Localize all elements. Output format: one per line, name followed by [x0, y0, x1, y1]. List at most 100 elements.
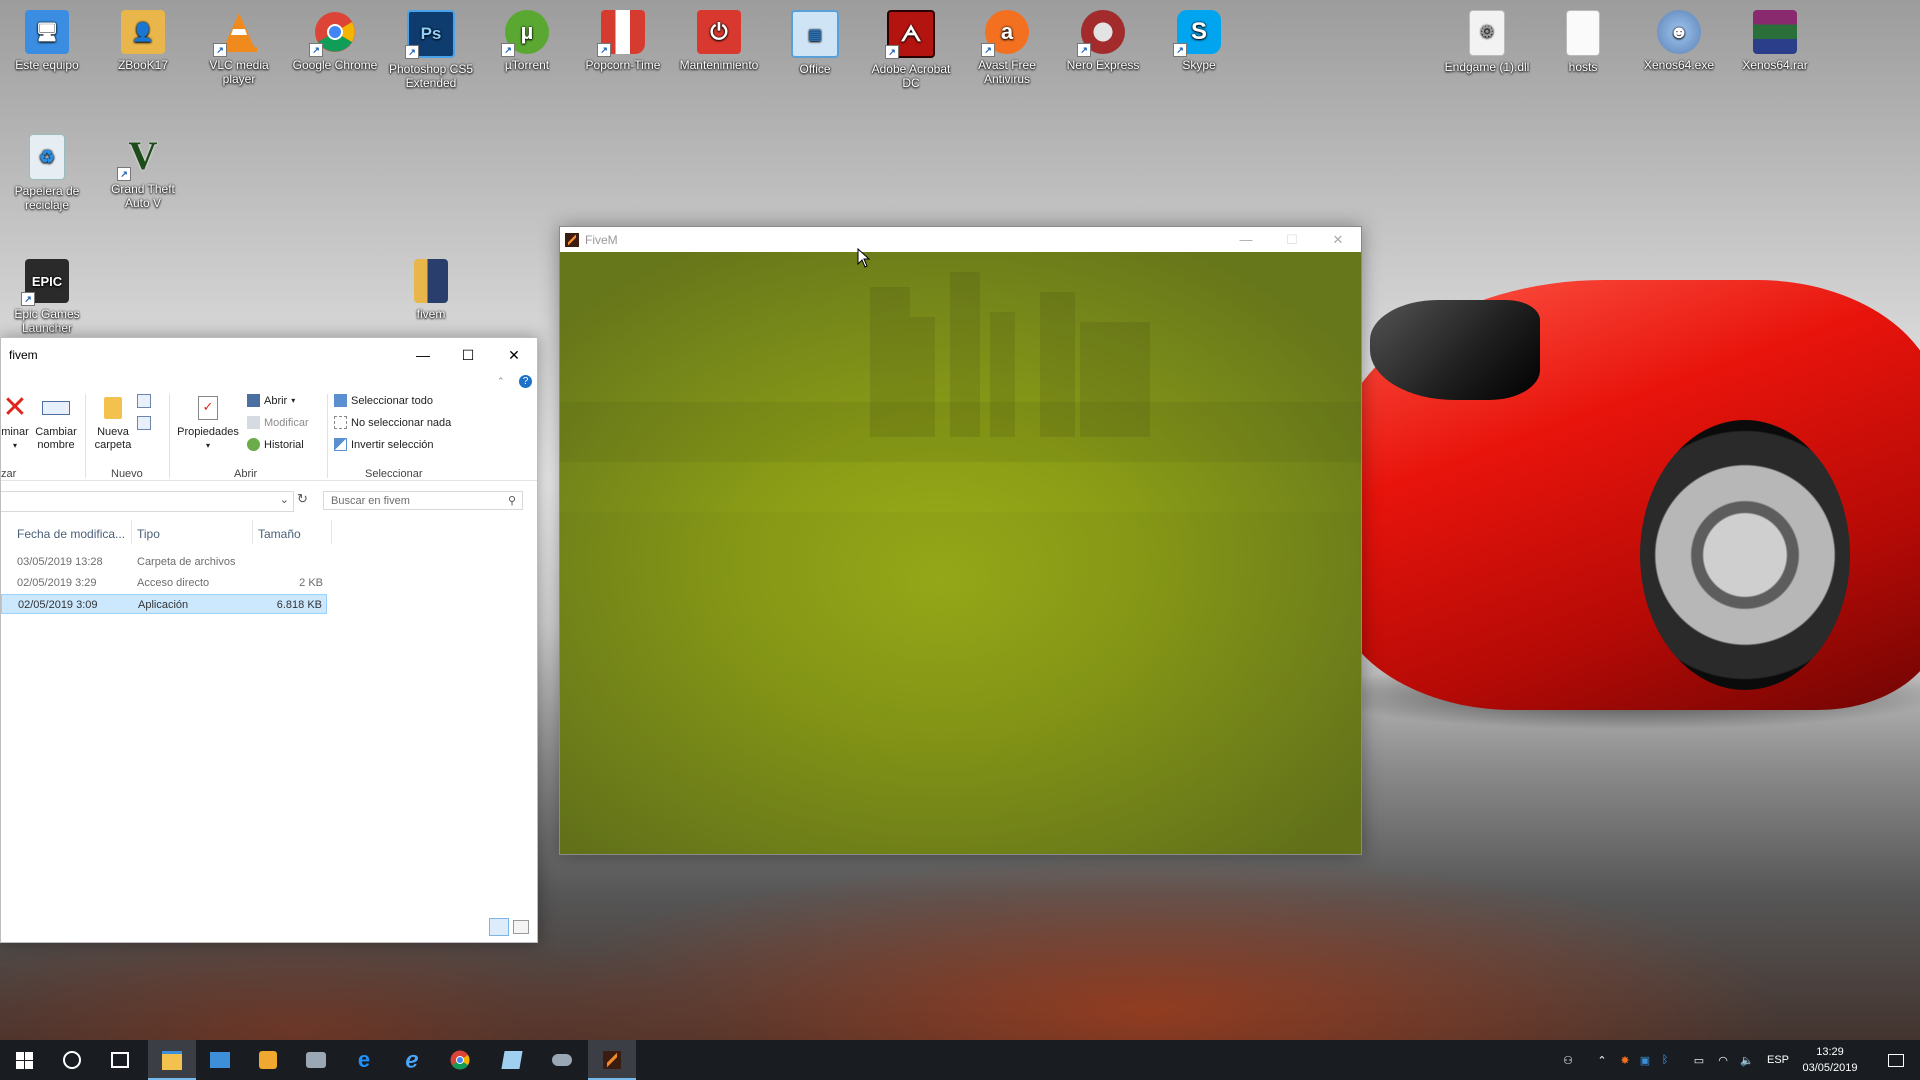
taskbar-app-internet-explorer[interactable]: ℯ	[388, 1040, 436, 1080]
avast-tray-icon[interactable]: ✸	[1616, 1040, 1634, 1080]
power-icon: ⏻	[697, 10, 741, 54]
table-row-selected[interactable]: 02/05/2019 3:09 Aplicación 6.818 KB	[1, 594, 327, 614]
edit-button[interactable]: Modificar	[247, 416, 309, 429]
desktop-icon-acrobat[interactable]: ᗅ ↗ Adobe Acrobat DC	[866, 4, 956, 90]
desktop-icon-office[interactable]: ▦ Office	[770, 4, 860, 76]
desktop-icon-gta-v[interactable]: V ↗ Grand Theft Auto V	[98, 128, 188, 211]
taskbar-app-tools[interactable]	[292, 1040, 340, 1080]
desktop-icon-utorrent[interactable]: µ ↗ µTorrent	[482, 4, 572, 72]
select-all-icon	[334, 394, 347, 407]
desktop-icon-zbook17[interactable]: 👤 ZBooK17	[98, 4, 188, 72]
history-button[interactable]: Historial	[247, 438, 304, 451]
desktop-icon-photoshop[interactable]: Ps ↗ Photoshop CS5 Extended	[386, 4, 476, 90]
desktop-icon-xenos-rar[interactable]: Xenos64.rar	[1730, 4, 1820, 72]
close-button[interactable]: ✕	[491, 338, 537, 372]
group-label-nuevo: Nuevo	[111, 468, 143, 480]
taskbar-app-fivem[interactable]	[588, 1040, 636, 1080]
desktop-icon-label: Photoshop CS5 Extended	[388, 62, 474, 90]
desktop-icon-mantenimiento[interactable]: ⏻ Mantenimiento	[674, 4, 764, 72]
select-none-button[interactable]: No seleccionar nada	[334, 416, 451, 429]
search-input[interactable]: Buscar en fivem ⚲	[323, 491, 523, 510]
maximize-button[interactable]: ☐	[445, 338, 491, 372]
rename-button[interactable]: Cambiar nombre	[31, 390, 81, 452]
table-row[interactable]: 03/05/2019 13:28 Carpeta de archivos	[1, 552, 327, 572]
nero-icon: ↗	[1077, 10, 1125, 57]
open-button[interactable]: Abrir ▾	[247, 394, 295, 407]
fivem-window[interactable]: FiveM — ☐ ✕	[559, 226, 1362, 855]
explorer-titlebar[interactable]: fivem — ☐ ✕	[1, 338, 537, 372]
office-icon: ▦	[791, 10, 839, 58]
delete-icon: ✕	[2, 391, 28, 424]
action-center-button[interactable]	[1872, 1040, 1920, 1080]
help-icon[interactable]: ?	[519, 375, 532, 388]
winrar-icon	[1753, 10, 1797, 54]
properties-button[interactable]: ✓ Propiedades ▾	[173, 390, 243, 452]
skype-icon: S ↗	[1173, 10, 1221, 57]
history-label: Historial	[264, 438, 304, 451]
desktop-icon-popcorn-time[interactable]: ↗ Popcorn-Time	[578, 4, 668, 72]
desktop-icon-recycle-bin[interactable]: ♻ Papelera de reciclaje	[2, 128, 92, 212]
file-explorer-window[interactable]: fivem — ☐ ✕ ⌃ ? ✕ minar ▾ Cambiar nombre…	[0, 337, 538, 943]
office-icon	[501, 1051, 523, 1069]
file-explorer-icon	[162, 1050, 182, 1070]
maximize-button[interactable]: ☐	[1269, 227, 1315, 252]
computer-icon: 🖥	[25, 10, 69, 54]
people-icon[interactable]: ⚇	[1556, 1040, 1580, 1080]
language-indicator[interactable]: ESP	[1764, 1040, 1792, 1080]
popcorn-icon: ↗	[597, 10, 645, 57]
address-bar[interactable]: ⌄	[1, 491, 294, 512]
clock[interactable]: 13:29 03/05/2019	[1795, 1044, 1865, 1076]
taskbar-app-gamepad[interactable]	[538, 1040, 586, 1080]
desktop-icon-nero[interactable]: ↗ Nero Express	[1058, 4, 1148, 72]
fivem-titlebar[interactable]: FiveM — ☐ ✕	[560, 227, 1361, 252]
new-item-icon[interactable]	[137, 394, 151, 408]
volume-icon[interactable]: 🔈	[1738, 1040, 1756, 1080]
refresh-icon[interactable]: ↻	[297, 491, 308, 507]
minimize-button[interactable]: —	[1223, 227, 1269, 252]
large-icons-view-icon[interactable]	[513, 920, 529, 934]
column-header-tamano[interactable]: Tamaño	[258, 527, 301, 541]
desktop-icon-fivem-folder[interactable]: fivem	[386, 253, 476, 321]
task-view-button[interactable]	[96, 1040, 144, 1080]
collapse-ribbon-icon[interactable]: ⌃	[497, 376, 505, 387]
desktop-icon-endgame-dll[interactable]: ⚙ Endgame (1).dll	[1442, 4, 1532, 74]
taskbar-app-edge[interactable]: e	[340, 1040, 388, 1080]
gta-v-icon: V ↗	[117, 134, 165, 181]
chevron-down-icon[interactable]: ⌄	[280, 493, 289, 506]
rename-icon	[31, 390, 81, 426]
invert-selection-button[interactable]: Invertir selección	[334, 438, 434, 451]
notification-icon	[1888, 1053, 1904, 1067]
desktop-icon-este-equipo[interactable]: 🖥 Este equipo	[2, 4, 92, 72]
desktop-icon-skype[interactable]: S ↗ Skype	[1154, 4, 1244, 72]
taskbar-app-file-explorer[interactable]	[148, 1040, 196, 1080]
bluetooth-icon[interactable]: ᛒ	[1656, 1040, 1674, 1080]
user-folder-icon: 👤	[121, 10, 165, 54]
taskbar-app-chrome[interactable]	[436, 1040, 484, 1080]
column-header-tipo[interactable]: Tipo	[137, 527, 160, 541]
taskbar-app-media[interactable]	[244, 1040, 292, 1080]
desktop-icon-chrome[interactable]: ↗ Google Chrome	[290, 4, 380, 72]
desktop-icon-avast[interactable]: a ↗ Avast Free Antivirus	[962, 4, 1052, 86]
show-hidden-icons-chevron-icon[interactable]: ⌃	[1592, 1040, 1612, 1080]
taskbar-app-control-panel[interactable]	[196, 1040, 244, 1080]
search-button[interactable]	[48, 1040, 96, 1080]
desktop-icon-hosts[interactable]: hosts	[1538, 4, 1628, 74]
network-monitor-tray-icon[interactable]: ▣	[1636, 1040, 1654, 1080]
details-view-icon[interactable]	[489, 918, 509, 936]
select-all-button[interactable]: Seleccionar todo	[334, 394, 433, 407]
delete-button[interactable]: ✕ minar ▾	[1, 390, 29, 452]
table-row[interactable]: 02/05/2019 3:29 Acceso directo 2 KB	[1, 573, 327, 593]
battery-icon[interactable]: ▭	[1690, 1040, 1708, 1080]
desktop-icon-epic-games[interactable]: EPIC ↗ Epic Games Launcher	[2, 253, 92, 335]
new-folder-button[interactable]: Nueva carpeta	[89, 390, 137, 452]
desktop-icon-xenos-exe[interactable]: ☻ Xenos64.exe	[1634, 4, 1724, 72]
properties-icon: ✓	[173, 390, 243, 426]
taskbar-app-office[interactable]	[488, 1040, 536, 1080]
easy-access-icon[interactable]	[137, 416, 151, 430]
minimize-button[interactable]: —	[400, 338, 446, 372]
column-header-fecha[interactable]: Fecha de modifica...	[17, 527, 125, 541]
start-button[interactable]	[0, 1040, 48, 1080]
close-button[interactable]: ✕	[1315, 227, 1361, 252]
desktop-icon-vlc[interactable]: ↗ VLC media player	[194, 4, 284, 86]
wifi-icon[interactable]: ◠	[1714, 1040, 1732, 1080]
